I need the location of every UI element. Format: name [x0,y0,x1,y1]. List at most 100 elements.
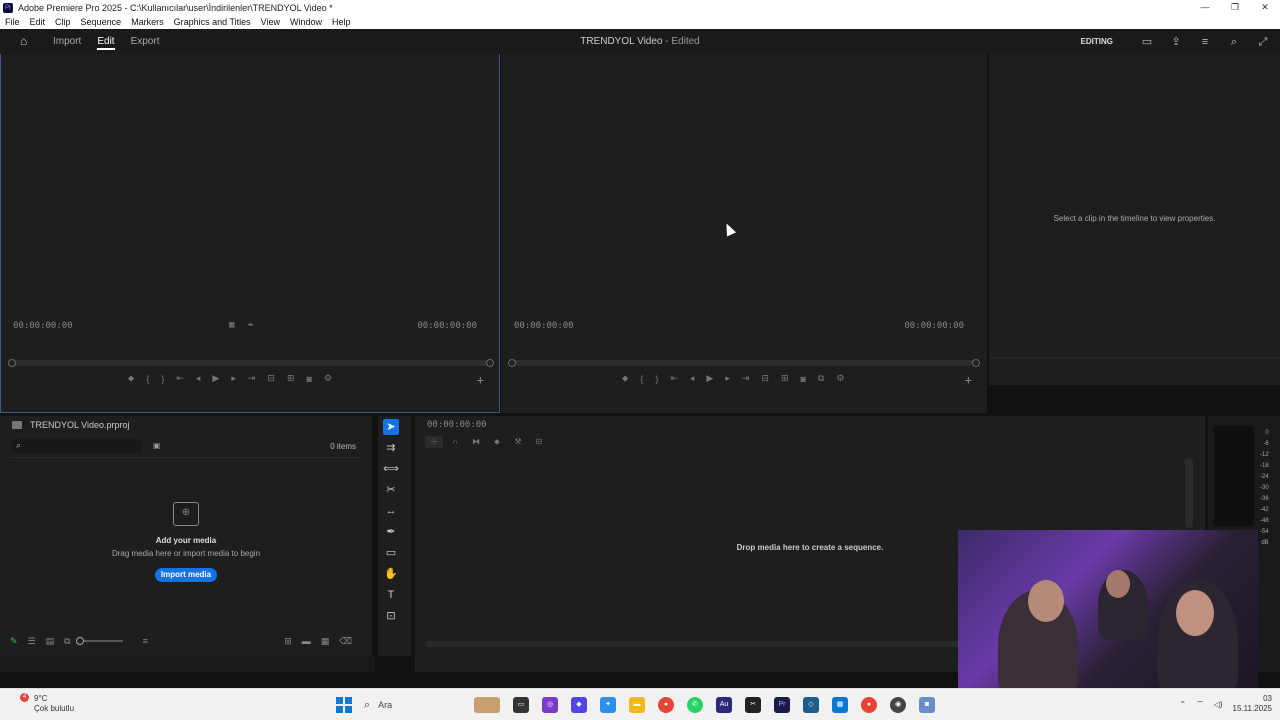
slip-tool-icon[interactable]: ↔ [383,503,399,519]
clock[interactable]: 03 15.11.2025 [1233,694,1272,714]
camera-app-icon[interactable]: ◙ [919,697,935,713]
program-end-handle[interactable] [972,359,980,367]
nest-icon[interactable]: ⊹ [425,436,443,448]
home-icon[interactable]: ⌂ [20,35,33,48]
type-tool-icon[interactable]: T [383,587,399,603]
snap-icon[interactable]: ∩ [446,436,464,448]
track-select-tool-icon[interactable]: ⇉ [383,440,399,456]
program-playhead[interactable] [508,359,516,367]
new-item-icon[interactable]: ▦ [321,636,330,647]
add-button-icon[interactable]: + [965,373,972,387]
fullscreen-icon[interactable]: ⤢ [1256,35,1270,49]
go-to-out-icon[interactable]: ⇥ [248,373,256,384]
source-playhead[interactable] [8,359,16,367]
tab-import[interactable]: Import [53,29,81,54]
wrench-icon[interactable]: ⚒ [509,436,527,448]
camera-icon[interactable]: ◙ [307,374,312,384]
add-marker-icon[interactable]: ⬥ [488,436,506,448]
menu-clip[interactable]: Clip [50,17,76,27]
weather-widget[interactable]: 4 9°C Çok bulutlu [20,693,74,714]
camera-icon[interactable]: ◙ [801,374,806,384]
menu-edit[interactable]: Edit [25,17,51,27]
audition-icon[interactable]: Au [716,697,732,713]
linked-selection-icon[interactable]: ⧓ [467,436,485,448]
trash-icon[interactable]: ⌫ [339,636,352,647]
mark-out-icon[interactable]: } [161,374,164,384]
extract-icon[interactable]: ⊞ [781,373,789,384]
hand-tool-icon[interactable]: ✋ [383,566,399,582]
program-scrub-bar[interactable] [508,359,980,367]
marker-icon[interactable]: ⬥ [128,373,134,384]
drag-video-icon[interactable]: ▦ [229,320,234,330]
add-button-icon[interactable]: + [477,373,484,387]
play-icon[interactable]: ▶ [706,373,713,384]
premiere-taskbar-icon[interactable]: Pr [774,697,790,713]
share-icon[interactable]: ⇪ [1169,35,1183,49]
ripple-edit-tool-icon[interactable]: ⟺ [383,461,399,477]
menu-markers[interactable]: Markers [126,17,169,27]
overwrite-icon[interactable]: ⊞ [287,373,295,384]
settings-icon[interactable]: ⚙ [836,373,844,384]
go-to-out-icon[interactable]: ⇥ [742,373,750,384]
chrome-icon-2[interactable]: ● [861,697,877,713]
import-media-button[interactable]: Import media [155,568,217,582]
close-button[interactable]: ✕ [1250,0,1280,15]
restore-button[interactable]: ❐ [1220,0,1250,15]
folder-icon[interactable]: ▬ [302,636,311,647]
taskbar-search[interactable]: ⌕ Ara [364,693,474,717]
captions-icon[interactable]: ⊟ [530,436,548,448]
mark-in-icon[interactable]: { [640,374,643,384]
list-view-icon[interactable]: ☰ [28,636,36,647]
wifi-icon[interactable]: ⌔ [1196,699,1204,709]
tab-export[interactable]: Export [131,29,160,54]
workspace-label[interactable]: EDITING [1081,37,1113,46]
whatsapp-icon[interactable]: ✆ [687,697,703,713]
selection-tool-icon[interactable]: ➤ [383,419,399,435]
file-explorer-icon[interactable]: ▬ [629,697,645,713]
menu-file[interactable]: File [0,17,25,27]
copilot-icon[interactable]: ✦ [600,697,616,713]
source-monitor[interactable]: 00:00:00:00 ▦ ⇹ 00:00:00:00 ⬥ { } ⇤ ◂ ▶ … [0,54,500,413]
menu-window[interactable]: Window [285,17,327,27]
search-icon[interactable]: ⌕ [1227,35,1241,49]
drag-audio-icon[interactable]: ⇹ [248,320,253,330]
lift-icon[interactable]: ⊟ [761,373,769,384]
step-forward-icon[interactable]: ▸ [231,373,236,384]
widgets-icon[interactable] [474,697,500,713]
automate-icon[interactable]: ⊞ [284,636,292,647]
timeline-horizontal-scrollbar[interactable] [425,641,965,647]
rectangle-tool-icon[interactable]: ▭ [383,545,399,561]
step-forward-icon[interactable]: ▸ [725,373,730,384]
program-monitor[interactable]: 00:00:00:00 00:00:00:00 ⬥ { } ⇤ ◂ ▶ ▸ ⇥ … [501,54,987,413]
menu-icon[interactable]: ≡ [1198,35,1212,49]
insert-icon[interactable]: ⊟ [267,373,275,384]
minimize-button[interactable]: — [1190,0,1220,15]
settings-icon[interactable]: ⚙ [324,373,332,384]
menu-view[interactable]: View [256,17,285,27]
play-icon[interactable]: ▶ [212,373,219,384]
capcut-icon[interactable]: ✂ [745,697,761,713]
start-button[interactable] [336,697,352,713]
app-icon-3[interactable]: ◇ [803,697,819,713]
zoom-slider[interactable] [75,637,123,645]
pen-tool-icon[interactable]: ✒ [383,524,399,540]
source-scrub-bar[interactable] [8,359,494,367]
task-view-icon[interactable]: ▭ [513,697,529,713]
app-icon-1[interactable]: ◎ [542,697,558,713]
menu-graphics[interactable]: Graphics and Titles [169,17,256,27]
icon-view-icon[interactable]: ▤ [46,636,55,647]
go-to-in-icon[interactable]: ⇤ [670,373,678,384]
pencil-icon[interactable]: ✎ [10,636,18,647]
menu-sequence[interactable]: Sequence [76,17,127,27]
panel-icon[interactable]: ▭ [1140,35,1154,49]
store-icon[interactable]: ▦ [832,697,848,713]
freeform-view-icon[interactable]: ⧉ [64,636,70,647]
go-to-in-icon[interactable]: ⇤ [176,373,184,384]
new-bin-icon[interactable]: ▣ [153,441,161,450]
tab-edit[interactable]: Edit [97,29,115,54]
tray-chevron-icon[interactable]: ⌃ [1179,700,1186,709]
compare-icon[interactable]: ⧉ [818,373,824,384]
menu-help[interactable]: Help [327,17,356,27]
mark-in-icon[interactable]: { [146,374,149,384]
step-back-icon[interactable]: ◂ [690,373,695,384]
